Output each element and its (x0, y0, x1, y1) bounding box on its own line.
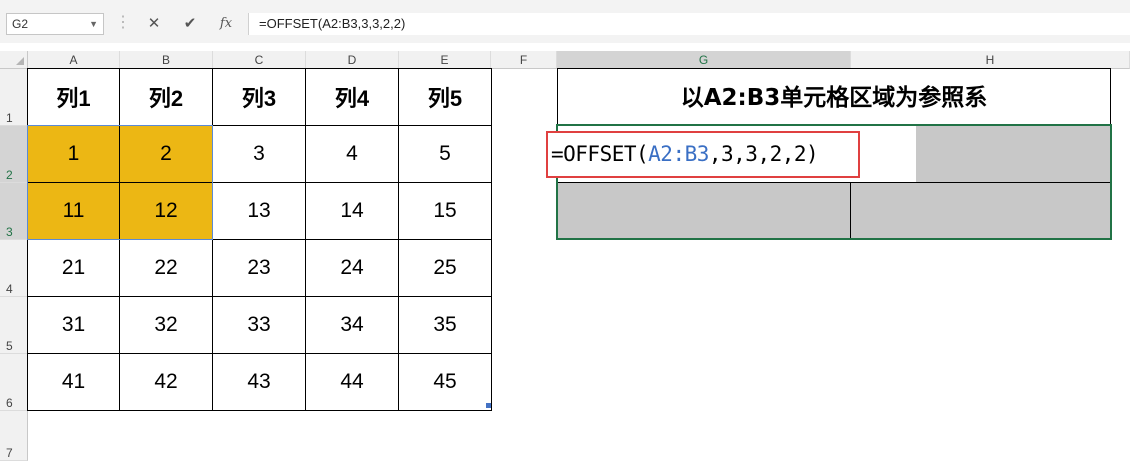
formula-ref-part: A2:B3 (648, 142, 709, 166)
formula-fn-part: =OFFSET( (551, 142, 649, 166)
row-header-4[interactable]: 4 (0, 240, 28, 297)
table-header-cell[interactable]: 列1 (28, 69, 120, 126)
table-cell[interactable]: 13 (213, 183, 306, 240)
row-header-1[interactable]: 1 (0, 69, 28, 126)
column-header-d[interactable]: D (306, 51, 399, 69)
column-header-b[interactable]: B (120, 51, 213, 69)
select-all-triangle-icon (16, 57, 24, 65)
chevron-down-icon[interactable]: ▼ (89, 14, 98, 34)
row-header-5[interactable]: 5 (0, 297, 28, 354)
table-cell[interactable]: 45 (399, 354, 492, 411)
table-cell[interactable]: 23 (213, 240, 306, 297)
table-cell[interactable]: 42 (120, 354, 213, 411)
column-header-e[interactable]: E (399, 51, 491, 69)
table-cell[interactable]: 41 (28, 354, 120, 411)
table-cell[interactable]: 31 (28, 297, 120, 354)
column-header-h[interactable]: H (851, 51, 1130, 69)
table-cell[interactable]: 35 (399, 297, 492, 354)
table-cell[interactable]: 4 (306, 126, 399, 183)
table-cell[interactable]: 5 (399, 126, 492, 183)
offset-block-title[interactable]: 以A2:B3单元格区域为参照系 (557, 68, 1111, 126)
table-cell[interactable]: 15 (399, 183, 492, 240)
reference-range-outline (27, 125, 213, 240)
table-cell[interactable]: 44 (306, 354, 399, 411)
table-cell[interactable]: 24 (306, 240, 399, 297)
table-cell[interactable]: 25 (399, 240, 492, 297)
table-header-cell[interactable]: 列3 (213, 69, 306, 126)
name-box[interactable]: G2 ▼ (6, 13, 104, 35)
column-header-a[interactable]: A (28, 51, 120, 69)
table-cell[interactable]: 14 (306, 183, 399, 240)
table-cell[interactable]: 22 (120, 240, 213, 297)
table-header-cell[interactable]: 列2 (120, 69, 213, 126)
table-cell[interactable]: 43 (213, 354, 306, 411)
column-header-g[interactable]: G (557, 51, 851, 69)
row-header-6[interactable]: 6 (0, 354, 28, 411)
table-cell[interactable]: 34 (306, 297, 399, 354)
table-header-cell[interactable]: 列4 (306, 69, 399, 126)
formula-input[interactable]: =OFFSET(A2:B3,3,3,2,2) (248, 13, 1130, 35)
row-header-2[interactable]: 2 (0, 126, 28, 183)
table-header-cell[interactable]: 列5 (399, 69, 492, 126)
insert-function-icon[interactable]: fx (212, 13, 240, 35)
formula-bar-grip-icon[interactable]: ⋮ (115, 12, 131, 36)
table-cell[interactable]: 32 (120, 297, 213, 354)
table-cell[interactable]: 33 (213, 297, 306, 354)
formula-args-part: ,3,3,2,2) (708, 142, 819, 166)
cancel-icon[interactable]: ✕ (140, 13, 168, 35)
name-box-value: G2 (12, 17, 29, 31)
select-all-button[interactable] (0, 51, 28, 69)
enter-icon[interactable]: ✔ (176, 13, 204, 35)
table-cell[interactable]: 21 (28, 240, 120, 297)
active-cell-formula-editor[interactable]: =OFFSET(A2:B3,3,3,2,2) (546, 131, 860, 178)
row-header-3[interactable]: 3 (0, 183, 28, 240)
column-header-c[interactable]: C (213, 51, 306, 69)
table-cell[interactable]: 3 (213, 126, 306, 183)
table-resize-handle[interactable] (486, 403, 491, 408)
column-header-f[interactable]: F (491, 51, 557, 69)
row-header-7[interactable]: 7 (0, 411, 28, 461)
